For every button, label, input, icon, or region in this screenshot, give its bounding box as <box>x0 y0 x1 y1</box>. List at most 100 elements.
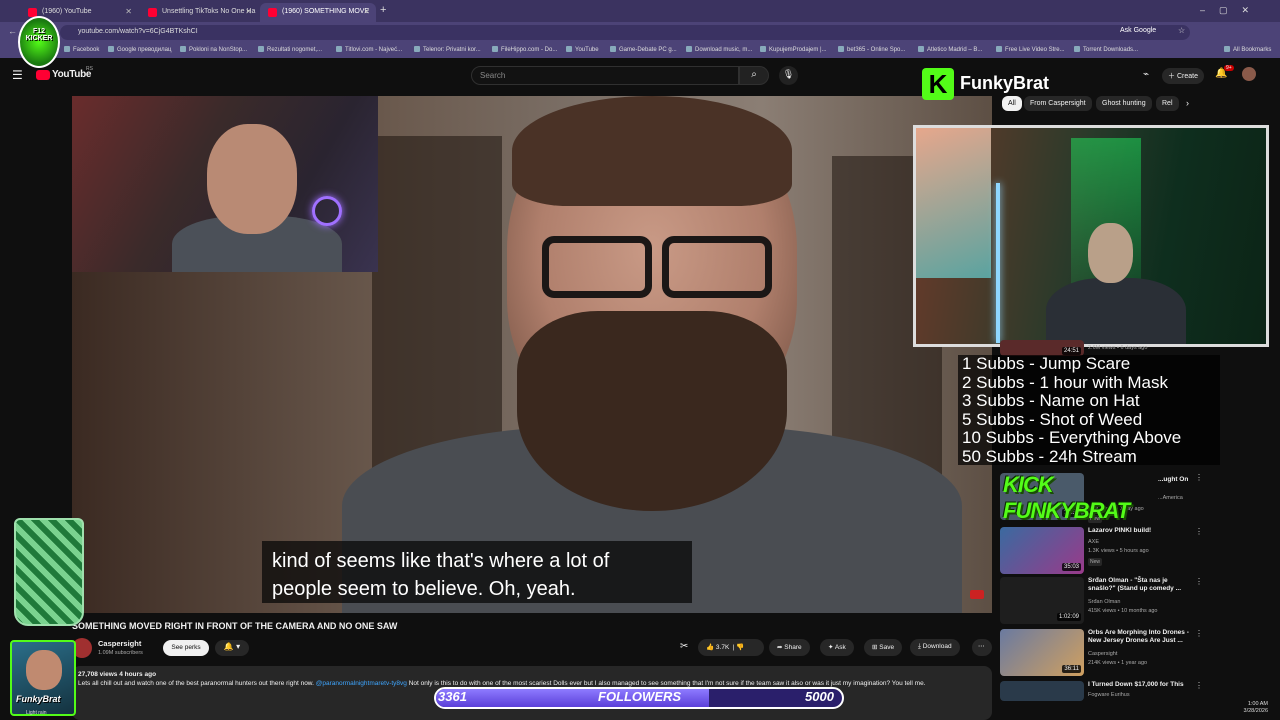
system-clock[interactable]: 1:00 AM 3/28/2026 <box>1190 701 1280 720</box>
list-item[interactable]: 1:02:09 Srđan Olman - "Šta nas je snašlo… <box>1000 577 1203 627</box>
bookmark-item[interactable]: Game-Debate PC g... <box>610 46 677 53</box>
more-icon[interactable]: ⋮ <box>1195 629 1203 638</box>
window-controls[interactable]: –▢✕ <box>1200 5 1263 16</box>
bookmark-item[interactable]: Facebook <box>64 46 99 53</box>
chip-from-channel[interactable]: From Caspersight <box>1024 96 1092 111</box>
chip-all[interactable]: All <box>1002 96 1022 111</box>
youtube-logo-icon[interactable] <box>36 70 50 80</box>
wall-poster <box>916 128 991 278</box>
streamer-avatar-card: FunkyBrat Light rain <box>10 640 76 716</box>
bookmark-item[interactable]: Free Live Video Stre... <box>996 46 1065 53</box>
video-title[interactable]: Srđan Olman - "Šta nas je snašlo?" (Stan… <box>1088 577 1190 593</box>
video-thumbnail[interactable] <box>1000 681 1084 701</box>
browser-tab-active[interactable]: (1960) SOMETHING MOVE ✕ <box>260 3 376 22</box>
browser-tab[interactable]: Unsettling TikToks No One Ha ✕ <box>140 3 258 22</box>
chevron-right-icon[interactable]: › <box>1186 98 1189 108</box>
cast-icon[interactable]: ⌁ <box>1143 69 1149 80</box>
new-tab-icon[interactable]: + <box>380 4 386 16</box>
all-bookmarks[interactable]: All Bookmarks <box>1224 46 1271 53</box>
search-icon[interactable]: ⌕ <box>739 66 769 85</box>
followers-goal: 5000 <box>805 689 834 704</box>
duration-badge: 36:11 <box>1062 665 1081 673</box>
host-hair <box>512 96 792 206</box>
neon-light <box>312 196 342 226</box>
tab-label: (1960) SOMETHING MOVE <box>282 8 370 15</box>
avatar[interactable] <box>1242 67 1256 81</box>
video-thumbnail[interactable]: 35:03 <box>1000 527 1084 574</box>
sub-goal: 3 Subbs - Name on Hat <box>962 391 1140 410</box>
download-button[interactable]: ⤓ Download <box>910 639 960 656</box>
video-title[interactable]: I Turned Down $17,000 for This <box>1088 681 1190 689</box>
bookmark-item[interactable]: Pokloni na NonStop... <box>180 46 247 53</box>
save-button[interactable]: ⊞ Save <box>864 639 903 656</box>
bookmark-item[interactable]: YouTube <box>566 46 599 53</box>
chip-related[interactable]: Rel <box>1156 96 1179 111</box>
bookmark-item[interactable]: FileHippo.com - Do... <box>492 46 557 53</box>
chip-ghost-hunting[interactable]: Ghost hunting <box>1096 96 1152 111</box>
video-meta: 214K views • 1 year ago <box>1088 660 1148 666</box>
description-part: Not only is this to do with one of the m… <box>406 680 926 687</box>
clip-icon[interactable]: ✂ <box>680 641 688 652</box>
list-item[interactable]: 36:11 Orbs Are Morphing Into Drones - Ne… <box>1000 629 1203 679</box>
like-dislike-button[interactable]: 👍 3.7K | 👎 <box>698 639 764 656</box>
streamer-name: FunkyBrat <box>960 73 1050 93</box>
view-count: 27,708 views 4 hours ago <box>78 671 157 678</box>
bookmark-item[interactable]: Google преводилац <box>108 46 171 53</box>
tab-label: Unsettling TikToks No One Ha <box>162 8 256 15</box>
bookmark-item[interactable]: Telenor: Privatni kor... <box>414 46 481 53</box>
video-title[interactable]: ...ught On <box>1158 476 1198 484</box>
video-thumbnail[interactable]: 1:02:09 <box>1000 577 1084 624</box>
create-label: Create <box>1176 73 1198 80</box>
more-icon[interactable]: ⋮ <box>1195 473 1203 482</box>
bookmark-item[interactable]: Torrent Downloads... <box>1074 46 1138 53</box>
channel-mention-link[interactable]: @paranormalnightmaretv-ty8vg <box>316 680 407 687</box>
close-icon[interactable]: ✕ <box>363 7 370 16</box>
new-badge: New <box>1088 558 1103 566</box>
bookmark-item[interactable]: bet365 - Online Spo... <box>838 46 905 53</box>
list-item[interactable]: 35:03 Lazarov PINKI build! AXE 1.3K view… <box>1000 527 1203 577</box>
more-icon[interactable]: ⋮ <box>1195 681 1203 690</box>
duration-badge: 35:03 <box>1061 563 1081 571</box>
channel-name[interactable]: AXE <box>1088 539 1190 546</box>
video-title[interactable]: Orbs Are Morphing Into Drones - New Jers… <box>1088 629 1190 645</box>
channel-name[interactable]: Fogware Eurihus <box>1088 692 1190 699</box>
more-icon[interactable]: ⋮ <box>1195 577 1203 586</box>
glasses-lens <box>662 236 772 298</box>
more-actions-icon[interactable]: ⋯ <box>972 639 992 656</box>
ask-google-button[interactable]: Ask Google <box>1120 27 1156 34</box>
channel-name[interactable]: ...America <box>1158 495 1198 502</box>
search-input[interactable]: Search <box>471 66 739 85</box>
microphone-icon[interactable]: 🎙 <box>779 66 798 85</box>
create-button[interactable]: ＋ Create <box>1162 68 1204 84</box>
reactor-face <box>207 124 297 234</box>
streamer-face <box>1088 223 1133 283</box>
sub-goal: 50 Subbs - 24h Stream <box>962 446 1137 466</box>
star-icon[interactable]: ☆ <box>1178 26 1185 35</box>
ask-button[interactable]: ✦ Ask <box>820 639 854 656</box>
see-perks-button[interactable]: See perks <box>163 640 209 656</box>
video-title[interactable]: Lazarov PINKI build! <box>1088 527 1190 535</box>
bookmark-item[interactable]: KupujemProdajem |... <box>760 46 827 53</box>
url-text: youtube.com/watch?v=6CjG4BTKshCI <box>78 28 198 35</box>
list-item[interactable]: I Turned Down $17,000 for This Fogware E… <box>1000 681 1203 701</box>
close-icon[interactable]: ✕ <box>245 7 252 16</box>
more-icon[interactable]: ⋮ <box>1195 527 1203 536</box>
notification-bell-button[interactable]: 🔔 ▾ <box>215 640 249 656</box>
video-thumbnail[interactable]: 36:11 <box>1000 629 1084 676</box>
channel-name[interactable]: Caspersight <box>98 639 141 648</box>
channel-name[interactable]: Caspersight <box>1088 651 1190 658</box>
bookmark-item[interactable]: Rezultati nogomet,... <box>258 46 322 53</box>
clock-time: 1:00 AM <box>1247 701 1268 707</box>
youtube-favicon-icon <box>148 8 157 17</box>
share-button[interactable]: ➦ Share <box>769 639 810 656</box>
bookmark-item[interactable]: Atletico Madrid – B... <box>918 46 982 53</box>
back-icon[interactable]: ← <box>8 26 17 36</box>
channel-name[interactable]: Srđan Olman <box>1088 599 1190 606</box>
close-icon[interactable]: ✕ <box>125 7 132 16</box>
bookmark-item[interactable]: Titlovi.com - Najveć... <box>336 46 402 53</box>
menu-icon[interactable]: ☰ <box>12 68 23 82</box>
bookmark-item[interactable]: Download music, m... <box>686 46 752 53</box>
subtitle-line: kind of seems like that's where a lot of <box>272 550 610 572</box>
url-field[interactable]: youtube.com/watch?v=6CjG4BTKshCI Ask Goo… <box>60 25 1190 40</box>
streamer-body <box>1046 278 1186 344</box>
